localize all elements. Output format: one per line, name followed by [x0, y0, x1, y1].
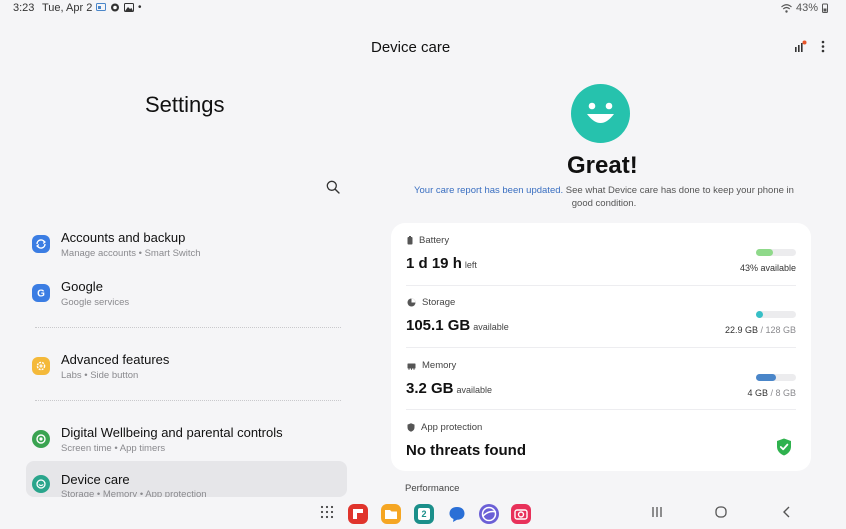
memory-section[interactable]: Memory 3.2 GB available 4 GB / 8 GB [391, 348, 811, 410]
wellbeing-icon [32, 430, 50, 448]
status-date: Tue, Apr 2 [42, 2, 93, 14]
device-care-card: Battery 1 d 19 h left 43% available Stora… [391, 223, 811, 471]
toolbar [794, 40, 825, 58]
storage-used: 22.9 GB [724, 325, 758, 335]
app-protection-header: App protection [407, 422, 482, 433]
memory-total: / 8 GB [767, 388, 796, 398]
memory-bar [756, 374, 796, 381]
status-bar: 3:23 Tue, Apr 2 • 43% [0, 0, 846, 18]
internet-icon[interactable] [479, 504, 499, 524]
gallery-icon [124, 3, 134, 12]
memory-icon [407, 363, 416, 370]
flipboard-icon[interactable] [348, 504, 368, 524]
record-icon [111, 3, 119, 12]
battery-percent: 43% [795, 2, 818, 14]
memory-label: Memory [422, 360, 457, 371]
app-protection-label: App protection [421, 422, 483, 433]
smiley-face-icon [571, 84, 630, 143]
storage-label: Storage [422, 297, 456, 308]
menu-item-device-care[interactable]: Device care Storage • Memory • App prote… [26, 461, 347, 497]
memory-meta: 4 GB / 8 GB [747, 388, 796, 398]
battery-icon [822, 3, 828, 13]
search-icon[interactable] [326, 180, 342, 196]
app-protection-section[interactable]: App protection No threats found [391, 410, 811, 472]
menu-item-label: Google [61, 279, 103, 294]
shield-small-icon [407, 423, 415, 432]
menu-item-sub: Storage • Memory • App protection [61, 489, 207, 497]
battery-header: Battery [407, 235, 449, 246]
storage-bar [756, 311, 796, 318]
storage-section[interactable]: Storage 105.1 GB available 22.9 GB / 128 … [391, 285, 811, 347]
battery-value-row: 1 d 19 h left [406, 255, 477, 272]
battery-bar-fill [756, 249, 774, 256]
navigation-bar: 2 [0, 497, 846, 529]
storage-total: / 128 GB [757, 325, 796, 335]
divider [35, 400, 341, 401]
settings-title: Settings [145, 92, 225, 117]
google-icon: G [32, 284, 50, 302]
storage-value: 105.1 GB [406, 317, 471, 334]
messages-icon[interactable] [447, 504, 467, 524]
home-button[interactable] [714, 505, 732, 523]
gear-plus-icon [32, 357, 50, 375]
menu-item-advanced-features[interactable]: Advanced features Labs • Side button [26, 350, 347, 394]
menu-item-label: Digital Wellbeing and parental controls [61, 425, 283, 440]
cast-icon [96, 3, 106, 11]
menu-item-label: Advanced features [61, 352, 170, 367]
menu-item-sub: Labs • Side button [61, 370, 139, 381]
menu-item-label: Accounts and backup [61, 230, 186, 245]
shield-check-icon [777, 438, 791, 456]
care-report-link[interactable]: Your care report has been updated. [414, 185, 563, 196]
status-time: 3:23 [13, 2, 35, 14]
files-icon[interactable] [381, 504, 401, 524]
battery-label: Battery [419, 235, 450, 246]
battery-value: 1 d 19 h [406, 255, 462, 272]
memory-unit: available [456, 385, 493, 395]
device-care-icon [32, 475, 50, 493]
sync-icon [32, 235, 50, 253]
battery-meta: 43% available [739, 263, 796, 273]
performance-label: Performance [405, 483, 460, 494]
memory-bar-fill [756, 374, 776, 381]
memory-used: 4 GB [747, 388, 768, 398]
battery-icon [407, 236, 413, 245]
storage-meta: 22.9 GB / 128 GB [725, 325, 796, 335]
care-report-text: Your care report has been updated. See w… [404, 184, 804, 210]
storage-value-row: 105.1 GB available [406, 317, 509, 334]
svg-text:G: G [37, 289, 45, 300]
divider [35, 327, 341, 328]
notification-icons: • [96, 2, 142, 13]
storage-header: Storage [407, 297, 455, 308]
app-protection-value: No threats found [406, 442, 526, 459]
battery-unit: left [464, 260, 477, 270]
menu-item-google[interactable]: G Google Google services [26, 277, 347, 321]
battery-bar [756, 249, 796, 256]
status-heading: Great! [567, 152, 638, 179]
menu-item-accounts-backup[interactable]: Accounts and backup Manage accounts • Sm… [26, 228, 347, 272]
storage-unit: available [473, 322, 509, 332]
memory-value-row: 3.2 GB available [406, 380, 492, 397]
more-options-icon[interactable] [821, 40, 825, 58]
care-report-desc: See what Device care has done to keep yo… [563, 185, 794, 209]
storage-bar-fill [756, 311, 764, 318]
memory-value: 3.2 GB [406, 380, 454, 397]
memory-header: Memory [407, 360, 456, 371]
recent-apps-button[interactable] [650, 505, 668, 523]
storage-icon [407, 298, 416, 307]
more-notifications-dot: • [138, 2, 142, 13]
status-right: 43% [781, 2, 828, 14]
page-title: Device care [371, 39, 451, 56]
menu-item-label: Device care [61, 472, 130, 487]
back-button[interactable] [780, 505, 798, 523]
wifi-icon [781, 3, 792, 13]
battery-section[interactable]: Battery 1 d 19 h left 43% available [391, 223, 811, 285]
calendar-day: 2 [418, 508, 430, 520]
camera-icon[interactable] [511, 504, 531, 524]
menu-item-sub: Manage accounts • Smart Switch [61, 248, 201, 259]
app-drawer-icon[interactable] [320, 505, 338, 523]
calendar-icon[interactable]: 2 [414, 504, 434, 524]
menu-item-sub: Screen time • App timers [61, 443, 166, 454]
diagnostics-icon[interactable] [794, 40, 807, 58]
menu-item-sub: Google services [61, 297, 130, 308]
